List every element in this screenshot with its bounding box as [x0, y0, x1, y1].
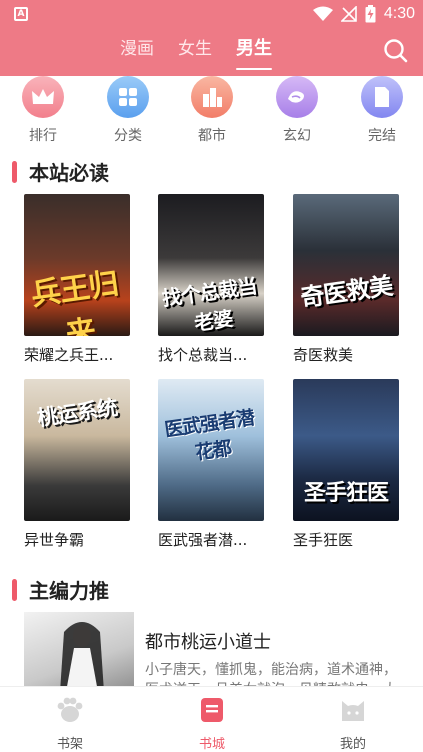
section-title: 本站必读	[29, 161, 109, 185]
wifi-icon	[312, 6, 333, 21]
nav-label: 书架	[56, 737, 83, 752]
book-name: 找个总裁当...	[158, 346, 248, 364]
crown-icon	[22, 76, 64, 118]
top-navigation: 漫画 女生 男生	[0, 28, 423, 76]
book-card[interactable]: 兵王归来 荣耀之兵王...	[24, 194, 132, 365]
bottom-navigation: 书架 书城 我的	[0, 686, 423, 752]
category-label: 玄幻	[283, 128, 311, 144]
system-tray: 4:30	[312, 4, 415, 24]
book-cover: 兵王归来	[24, 194, 130, 336]
book-card[interactable]: 医武强者潜花都 医武强者潜...	[158, 379, 266, 550]
book-card[interactable]: 奇医救美 奇医救美	[293, 194, 401, 365]
city-icon	[191, 76, 233, 118]
section-accent-bar	[12, 578, 17, 601]
category-classify[interactable]: 分类	[98, 76, 158, 145]
paw-icon	[57, 697, 83, 722]
fantasy-icon	[276, 76, 318, 118]
book-cover: 找个总裁当老婆	[158, 194, 264, 336]
cat-face-icon	[342, 701, 364, 721]
search-button[interactable]	[383, 38, 409, 64]
section-title: 主编力推	[29, 579, 109, 603]
nav-label: 书城	[198, 737, 225, 752]
book-name: 奇医救美	[293, 346, 354, 364]
category-label: 排行	[29, 128, 57, 144]
battery-charging-icon	[365, 5, 376, 23]
featured-book[interactable]: 都市桃运小道士 小子唐天，懂抓鬼，能治病，道术通神，医术逆天，且美女就泡，见精敢…	[24, 612, 414, 696]
no-signal-icon	[340, 6, 357, 22]
category-label: 都市	[198, 128, 226, 144]
book-card[interactable]: 找个总裁当老婆 找个总裁当...	[158, 194, 266, 365]
app-notification-icon: A	[14, 7, 28, 21]
category-ranking[interactable]: 排行	[13, 76, 73, 145]
category-fantasy[interactable]: 玄幻	[267, 76, 327, 145]
category-finished[interactable]: 完结	[352, 76, 412, 145]
nav-mine[interactable]: 我的	[313, 697, 393, 752]
section-header-must-read: 本站必读	[12, 157, 109, 186]
nav-bookshelf[interactable]: 书架	[30, 697, 110, 752]
tab-male[interactable]: 男生	[236, 34, 272, 70]
search-icon	[384, 39, 408, 63]
channel-tabs: 漫画 女生 男生	[120, 34, 272, 70]
book-cover: 圣手狂医	[293, 379, 399, 521]
category-label: 完结	[368, 128, 396, 144]
category-row: 排行 分类 都市 玄幻 完结	[0, 76, 423, 148]
category-label: 分类	[114, 128, 142, 144]
book-icon	[361, 76, 403, 118]
featured-book-title: 都市桃运小道士	[145, 632, 271, 653]
category-urban[interactable]: 都市	[182, 76, 242, 145]
book-name: 异世争霸	[24, 531, 85, 549]
book-name: 荣耀之兵王...	[24, 346, 114, 364]
status-bar: A 4:30	[0, 0, 423, 28]
section-accent-bar	[12, 160, 17, 183]
book-cover: 桃运系统	[24, 379, 130, 521]
book-name: 医武强者潜...	[158, 531, 248, 549]
book-card[interactable]: 圣手狂医 圣手狂医	[293, 379, 401, 550]
nav-label: 我的	[339, 737, 366, 752]
tab-female[interactable]: 女生	[178, 34, 212, 66]
book-name: 圣手狂医	[293, 531, 354, 549]
tab-comics[interactable]: 漫画	[120, 34, 154, 66]
bookstore-icon	[201, 698, 223, 722]
book-card[interactable]: 桃运系统 异世争霸	[24, 379, 132, 550]
book-cover: 医武强者潜花都	[158, 379, 264, 521]
book-cover: 奇医救美	[293, 194, 399, 336]
nav-bookstore[interactable]: 书城	[172, 697, 252, 752]
section-header-editor-pick: 主编力推	[12, 575, 109, 604]
featured-book-cover	[24, 612, 134, 692]
grid-icon	[107, 76, 149, 118]
clock: 4:30	[383, 5, 415, 22]
